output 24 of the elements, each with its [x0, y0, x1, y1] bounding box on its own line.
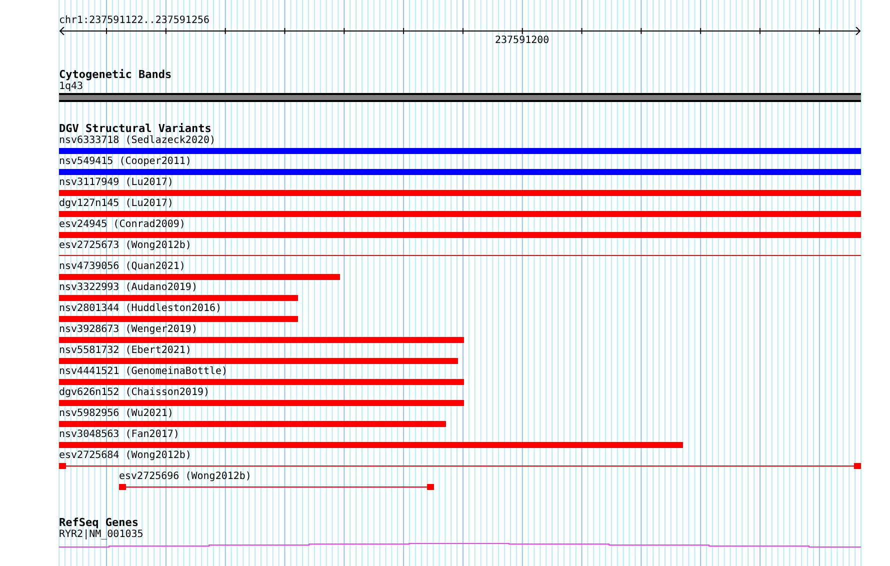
feature-label: esv2725696 (Wong2012b): [119, 471, 252, 483]
gene-label: RYR2|NM_001035: [59, 529, 144, 541]
feature-label: nsv5982956 (Wu2021): [59, 408, 174, 420]
feature-label: nsv3117949 (Lu2017): [59, 177, 174, 189]
feature-label: nsv549415 (Cooper2011): [59, 156, 192, 168]
tick-label: 237591200: [495, 35, 550, 47]
feature-label: nsv3048563 (Fan2017): [59, 429, 180, 441]
feature-label: dgv127n145 (Lu2017): [59, 198, 174, 210]
feature-label: esv2725684 (Wong2012b): [59, 450, 192, 462]
feature-label: nsv3322993 (Audano2019): [59, 282, 198, 294]
feature-label: nsv5581732 (Ebert2021): [59, 345, 192, 357]
feature-label: esv24945 (Conrad2009): [59, 219, 186, 231]
feature-label: nsv6333718 (Sedlazeck2020): [59, 135, 216, 147]
track-title: RefSeq Genes: [59, 517, 138, 529]
track-title: DGV Structural Variants: [59, 123, 212, 135]
feature-label: nsv3928673 (Wenger2019): [59, 324, 198, 336]
ruler-location: chr1:237591122..237591256: [59, 15, 210, 27]
feature-label: nsv4441521 (GenomeinaBottle): [59, 366, 228, 378]
band-label: 1q43: [59, 81, 84, 93]
feature-label: nsv4739056 (Quan2021): [59, 261, 186, 273]
feature-label: nsv2801344 (Huddleston2016): [59, 303, 222, 315]
feature-label: esv2725673 (Wong2012b): [59, 240, 192, 252]
feature-label: dgv626n152 (Chaisson2019): [59, 387, 210, 399]
track-title: Cytogenetic Bands: [59, 69, 172, 81]
